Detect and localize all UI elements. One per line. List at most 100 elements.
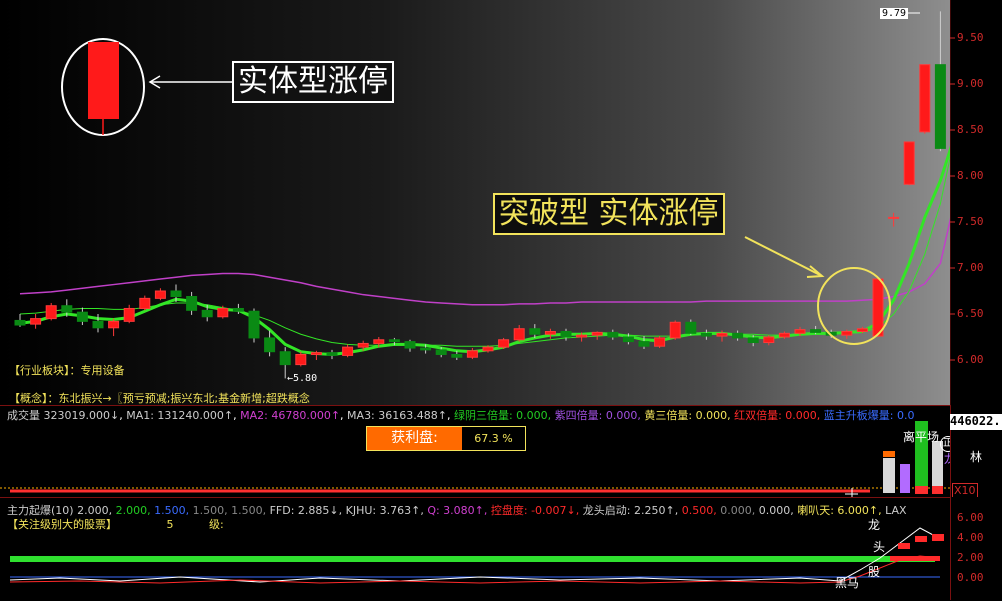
- candle-body[interactable]: [482, 346, 494, 352]
- price-tick: 9.00: [957, 77, 984, 90]
- candle-body[interactable]: [778, 332, 790, 338]
- indicator-tick: 0.00: [957, 571, 984, 584]
- candle-body[interactable]: [576, 334, 588, 338]
- volume-value-badge: 446022.: [950, 414, 1002, 430]
- candle-body[interactable]: [529, 328, 541, 335]
- candle-body[interactable]: [123, 307, 135, 322]
- ma-long-line: [19, 217, 950, 306]
- tag-tou-ind: 头: [873, 540, 886, 554]
- candle-body[interactable]: [61, 305, 73, 313]
- candle-body[interactable]: [669, 321, 681, 339]
- tag-heima-ind: 黑马: [835, 576, 860, 590]
- candle-body[interactable]: [76, 311, 88, 322]
- candle-body[interactable]: [139, 297, 151, 309]
- tag-lin: 林: [970, 450, 983, 464]
- candle-body[interactable]: [310, 352, 322, 355]
- industry-sector-text: 【行业板块】：专用设备: [9, 364, 125, 377]
- tag-li: 离: [903, 430, 916, 444]
- candle-body[interactable]: [45, 305, 57, 320]
- candle-body[interactable]: [404, 341, 416, 349]
- price-tick: 7.00: [957, 261, 984, 274]
- candle-body[interactable]: [700, 332, 712, 337]
- candle-body[interactable]: [30, 318, 42, 325]
- candle-body[interactable]: [919, 64, 931, 133]
- candle-body[interactable]: [420, 347, 432, 351]
- price-chart-panel[interactable]: 实体型涨停 突破型 实体涨停 9.79 ←5.80 【行业板块】：专用设备 【概…: [0, 0, 950, 405]
- candle-body[interactable]: [108, 320, 120, 329]
- callout-arrow-line-2: [744, 236, 823, 277]
- candle-body[interactable]: [295, 353, 307, 366]
- candle-body[interactable]: [591, 331, 603, 336]
- profit-ratio-value: 67.3 %: [462, 427, 525, 450]
- low-price-marker: ←5.80: [287, 373, 318, 384]
- price-tick: 6.00: [957, 353, 984, 366]
- solid-limit-up-label: 实体型涨停: [232, 61, 394, 103]
- candle-body[interactable]: [14, 319, 26, 326]
- profit-ratio-box: 获利盘: 67.3 %: [366, 426, 526, 451]
- price-tick: 8.00: [957, 169, 984, 182]
- price-tick: 8.50: [957, 123, 984, 136]
- candle-body[interactable]: [435, 349, 447, 355]
- price-tick: 6.50: [957, 307, 984, 320]
- price-axis: [950, 0, 1002, 405]
- candle-body[interactable]: [232, 307, 244, 312]
- candle-body[interactable]: [279, 351, 291, 366]
- tag-gu-ind: 股: [868, 565, 881, 579]
- high-price-marker: 9.79: [880, 8, 909, 19]
- candle-body[interactable]: [638, 341, 650, 347]
- candle-body[interactable]: [217, 307, 229, 318]
- tag-chang: 场: [927, 430, 940, 444]
- candle-body[interactable]: [934, 64, 946, 149]
- candle-body[interactable]: [607, 331, 619, 338]
- example-candle-body: [88, 42, 119, 119]
- concept-text: 【概念】：东北振兴→〖预亏预减;振兴东北;基金新增;超跌概念: [9, 392, 310, 405]
- candle-body[interactable]: [716, 332, 728, 337]
- candle-body[interactable]: [248, 310, 260, 339]
- candle-body[interactable]: [841, 330, 853, 336]
- indicator-tick: 4.00: [957, 531, 984, 544]
- candle-body[interactable]: [154, 290, 166, 299]
- candle-body[interactable]: [544, 330, 556, 335]
- candle-body[interactable]: [498, 339, 510, 348]
- candle-body[interactable]: [264, 337, 276, 353]
- candle-body[interactable]: [856, 328, 868, 332]
- candle-body[interactable]: [357, 342, 369, 348]
- candle-body[interactable]: [810, 329, 822, 333]
- price-tick: 7.50: [957, 215, 984, 228]
- candle-body[interactable]: [451, 353, 463, 358]
- indicator-tick: 2.00: [957, 551, 984, 564]
- candle-body[interactable]: [732, 332, 744, 339]
- candle-body[interactable]: [373, 339, 385, 344]
- candle-body[interactable]: [872, 278, 884, 337]
- price-tick: 9.50: [957, 31, 984, 44]
- candle-body[interactable]: [513, 328, 525, 341]
- tag-long-ind: 龙: [868, 518, 881, 532]
- candle-body[interactable]: [92, 320, 104, 329]
- candle-body[interactable]: [560, 330, 572, 338]
- candle-body[interactable]: [747, 337, 759, 344]
- candle-body[interactable]: [201, 309, 213, 318]
- volume-axis-unit: X10: [952, 483, 978, 498]
- price-chart-svg[interactable]: [0, 0, 950, 405]
- candle-body[interactable]: [342, 346, 354, 356]
- candle-body[interactable]: [170, 290, 182, 298]
- candle-body[interactable]: [903, 141, 915, 185]
- ma-short-line: [19, 145, 950, 356]
- candle-body[interactable]: [888, 216, 900, 219]
- tag-ping: 平: [915, 430, 928, 444]
- ma-mid-line: [19, 155, 950, 347]
- candle-body[interactable]: [186, 296, 198, 311]
- candle-body[interactable]: [622, 336, 634, 343]
- candle-body[interactable]: [466, 350, 478, 358]
- candle-body[interactable]: [388, 339, 400, 343]
- indicator-panel[interactable]: 主力起爆(10) 2.000, 2.000, 1.500, 1.500, 1.5…: [0, 497, 950, 601]
- candle-body[interactable]: [763, 336, 775, 344]
- candle-body[interactable]: [685, 321, 697, 334]
- breakout-limit-up-label: 突破型 实体涨停: [493, 193, 725, 235]
- profit-ratio-label: 获利盘:: [367, 427, 462, 450]
- indicator-tick: 6.00: [957, 511, 984, 524]
- candle-body[interactable]: [654, 337, 666, 347]
- candle-body[interactable]: [326, 352, 338, 356]
- candle-body[interactable]: [794, 329, 806, 334]
- volume-panel[interactable]: 成交量 323019.000↓, MA1: 131240.000↑, MA2: …: [0, 405, 956, 498]
